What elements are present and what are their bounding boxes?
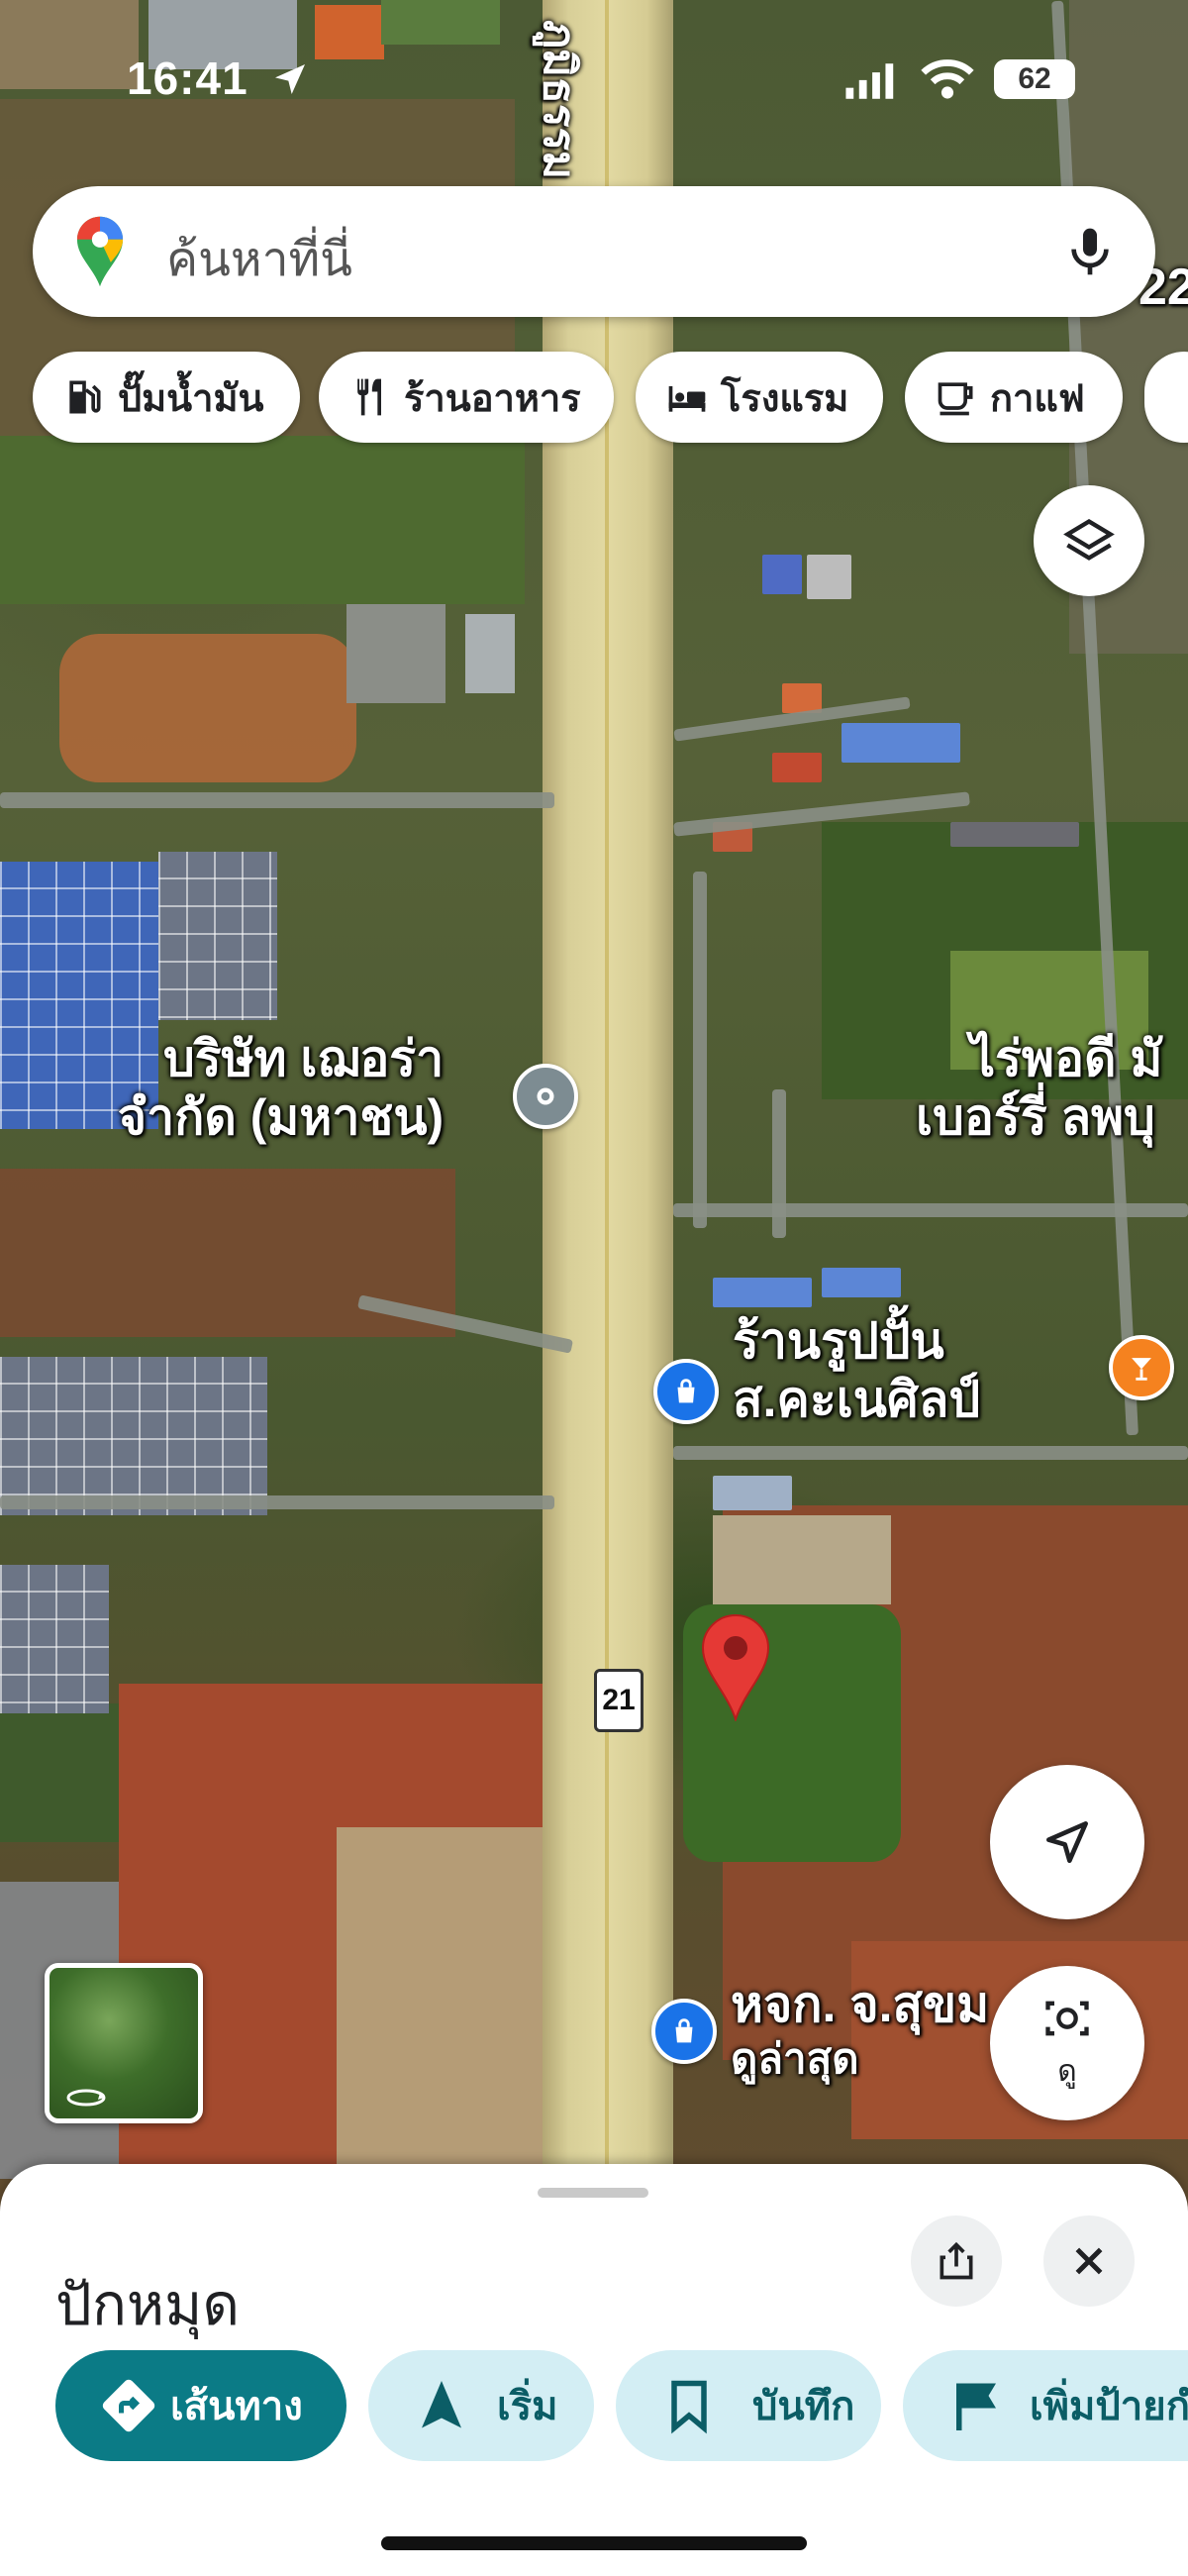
directions-icon	[102, 2379, 155, 2432]
directions-button[interactable]: เส้นทาง	[55, 2350, 346, 2461]
signal-icon	[842, 61, 901, 105]
action-label: เพิ่มป้ายกำ	[1030, 2385, 1188, 2428]
solar-panels-icon	[158, 852, 277, 1020]
save-button[interactable]: บันทึก	[616, 2350, 881, 2461]
chip-hotel[interactable]: โรงแรม	[636, 352, 883, 443]
chip-label: กาแฟ	[990, 377, 1085, 420]
layers-icon	[1063, 518, 1115, 561]
microphone-icon[interactable]	[1062, 222, 1118, 285]
add-label-button[interactable]: เพิ่มป้ายกำ	[903, 2350, 1188, 2461]
navigation-arrow-icon	[422, 2381, 461, 2428]
route-shield-21: 21	[594, 1669, 644, 1732]
bookmark-icon	[671, 2380, 707, 2434]
rotate-360-icon	[64, 2087, 108, 2109]
hotel-icon	[668, 386, 706, 412]
search-bar[interactable]: ค้นหาที่นี่	[33, 186, 1155, 317]
company-label[interactable]: บริษัท เฌอร่า จำกัด (มหาชน)	[114, 1030, 444, 1147]
coffee-icon	[938, 382, 973, 416]
gas-station-icon	[69, 380, 101, 414]
partnership-label-line2: ดูล่าสุด	[731, 2035, 859, 2082]
shop-label[interactable]: ร้านรูปปั้น ส.คะเนศิลป์	[733, 1312, 980, 1429]
company-label-line1: บริษัท เฌอร่า	[163, 1031, 445, 1086]
close-icon	[1075, 2247, 1103, 2275]
google-maps-logo-icon	[72, 214, 128, 293]
bar-pin-icon[interactable]	[1109, 1335, 1174, 1400]
chip-restaurant[interactable]: ร้านอาหาร	[319, 352, 614, 443]
my-location-button[interactable]	[990, 1765, 1144, 1919]
sheet-drag-handle[interactable]	[538, 2188, 648, 2198]
layers-button[interactable]	[1034, 485, 1144, 596]
lens-view-button[interactable]: ดู	[990, 1966, 1144, 2120]
chip-gas-station[interactable]: ปั๊มน้ำมัน	[33, 352, 300, 443]
chip-coffee[interactable]: กาแฟ	[905, 352, 1123, 443]
shop-label-line2: ส.คะเนศิลป์	[733, 1372, 981, 1427]
close-button[interactable]	[1043, 2215, 1135, 2307]
shop-label-line1: ร้านรูปปั้น	[733, 1313, 944, 1369]
location-arrow-icon	[270, 59, 310, 103]
home-indicator[interactable]	[381, 2536, 807, 2550]
dropped-pin-icon[interactable]	[699, 1612, 772, 1723]
navigation-arrow-icon	[1046, 1821, 1088, 1863]
status-time: 16:41	[127, 52, 248, 104]
view-button-label: ดู	[1057, 2054, 1077, 2088]
partnership-label-line1: หจก. จ.สุขม	[731, 1977, 990, 2032]
action-label: เริ่ม	[497, 2385, 558, 2428]
flag-icon	[956, 2383, 996, 2430]
solar-panels-icon	[0, 1565, 109, 1713]
sheet-title: ปักหมุด	[55, 2273, 241, 2337]
start-button[interactable]: เริ่ม	[368, 2350, 594, 2461]
battery-icon: 62	[994, 59, 1075, 99]
farm-label-line2: เบอร์รี่ ลพบุ	[916, 1089, 1155, 1145]
partnership-label[interactable]: หจก. จ.สุขม ดูล่าสุด	[731, 1976, 989, 2084]
status-bar: 16:41 62	[0, 52, 1188, 111]
share-icon	[940, 2241, 973, 2280]
share-button[interactable]	[911, 2215, 1002, 2307]
company-label-line2: จำกัด (มหาชน)	[117, 1089, 445, 1145]
chip-label: โรงแรม	[721, 377, 849, 420]
shop-pin-icon[interactable]	[653, 1359, 719, 1424]
solar-panels-icon	[0, 1357, 267, 1515]
farm-label[interactable]: ไร่พอดี มั เบอร์รี่ ลพบุ	[916, 1030, 1162, 1147]
chip-label: ร้านอาหาร	[404, 377, 581, 420]
street-view-thumbnail[interactable]	[45, 1963, 203, 2123]
store-pin-icon[interactable]	[651, 1999, 717, 2064]
action-label: เส้นทาง	[170, 2385, 303, 2428]
camera-lens-icon	[1045, 2001, 1089, 2035]
landmark-pin-icon[interactable]	[513, 1064, 578, 1129]
action-label: บันทึก	[752, 2385, 855, 2428]
farm-label-line1: ไร่พอดี มั	[970, 1031, 1163, 1086]
search-placeholder[interactable]: ค้นหาที่นี่	[166, 222, 352, 297]
chip-label: ปั๊มน้ำมัน	[118, 377, 264, 420]
wifi-icon	[921, 57, 974, 105]
restaurant-icon	[357, 378, 381, 416]
